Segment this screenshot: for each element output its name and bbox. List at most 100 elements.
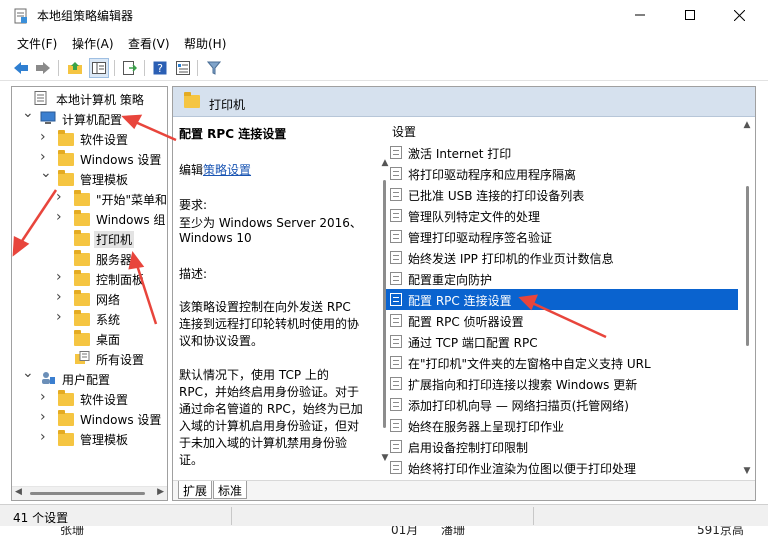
background-text: 张珊 — [60, 526, 85, 537]
status-divider — [231, 507, 232, 525]
properties-button[interactable] — [173, 58, 193, 78]
tree-item[interactable]: › Windows 组 — [12, 209, 167, 229]
policy-setting-row[interactable]: 管理打印驱动程序签名验证 — [386, 226, 738, 247]
policy-setting-label: 始终在服务器上呈现打印作业 — [408, 420, 565, 434]
export-list-button[interactable] — [120, 58, 140, 78]
tree-item[interactable]: › 网络 — [12, 289, 167, 309]
chevron-right-icon[interactable]: › — [56, 189, 68, 205]
folder-icon — [74, 210, 90, 226]
maximize-button[interactable] — [667, 0, 713, 30]
filter-button[interactable] — [204, 58, 224, 78]
chevron-right-icon[interactable]: › — [56, 269, 68, 285]
policy-setting-row[interactable]: 始终将打印作业渲染为位图以便于打印处理 — [386, 457, 738, 478]
chevron-right-icon[interactable]: › — [40, 429, 52, 445]
policy-setting-row[interactable]: 激活 Internet 打印 — [386, 142, 738, 163]
scroll-down-icon[interactable]: ▼ — [742, 466, 752, 476]
policy-setting-label: 始终发送 IPP 打印机的作业页计数信息 — [408, 252, 614, 266]
tree-item-label: 控制面板 — [96, 273, 145, 287]
tree-item[interactable]: › 软件设置 — [12, 389, 167, 409]
policy-setting-row[interactable]: 将打印驱动程序和应用程序隔离 — [386, 163, 738, 184]
chevron-right-icon[interactable]: › — [56, 209, 68, 225]
close-button[interactable] — [716, 0, 762, 30]
up-one-level-button[interactable] — [65, 58, 85, 78]
policy-setting-row[interactable]: 配置 RPC 侦听器设置 — [386, 310, 738, 331]
policy-setting-row[interactable]: 始终发送 IPP 打印机的作业页计数信息 — [386, 247, 738, 268]
back-arrow-icon — [14, 62, 28, 74]
help-button[interactable]: ? — [150, 58, 170, 78]
toolbar-separator — [58, 60, 59, 76]
status-bar: 41 个设置 — [0, 504, 768, 526]
tree-item[interactable]: › 控制面板 — [12, 269, 167, 289]
policy-setting-row[interactable]: 已批准 USB 连接的打印设备列表 — [386, 184, 738, 205]
edit-policy-link[interactable]: 策略设置 — [203, 163, 251, 177]
details-pane: 打印机 配置 RPC 连接设置 编辑策略设置 要求: 至少为 Windows S… — [172, 86, 756, 501]
column-header-setting[interactable]: 设置 — [392, 123, 416, 140]
tree-item[interactable]: › "开始"菜单和 — [12, 189, 167, 209]
tree-item[interactable]: 本地计算机 策略 — [12, 89, 167, 109]
tree-item[interactable]: ⌄ 管理模板 — [12, 165, 167, 189]
policy-setting-row[interactable]: 通过 TCP 端口配置 RPC — [386, 331, 738, 352]
status-divider — [533, 507, 534, 525]
menu-file[interactable]: 文件(F) — [17, 35, 57, 52]
tree-item[interactable]: › Windows 设置 — [12, 149, 167, 169]
export-list-icon — [123, 61, 137, 75]
chevron-right-icon[interactable]: › — [56, 309, 68, 325]
tree-horizontal-scrollbar[interactable]: ◀ ▶ — [12, 486, 167, 500]
folder-icon — [184, 92, 200, 108]
forward-button[interactable] — [33, 58, 53, 78]
tree-item[interactable]: › 管理模板 — [12, 429, 167, 449]
tree-item[interactable]: ⌄ 计算机配置 — [12, 105, 167, 129]
scroll-right-icon[interactable]: ▶ — [157, 487, 164, 497]
folder-icon — [74, 270, 90, 286]
settings-list[interactable]: ▲ ▼ 设置 ▲ ▼ 激活 Internet 打印 将打印驱动程序和应用程序隔离已… — [378, 118, 755, 480]
policy-setting-row[interactable]: 配置重定向防护 — [386, 268, 738, 289]
menu-help[interactable]: 帮助(H) — [184, 35, 226, 52]
folder-icon — [58, 390, 74, 406]
policy-setting-label: 配置 RPC 侦听器设置 — [408, 315, 524, 329]
scroll-up-icon[interactable]: ▲ — [742, 120, 752, 130]
list-vertical-scrollbar[interactable]: ▲ ▼ — [739, 118, 755, 480]
policy-setting-row[interactable]: 启用设备控制打印限制 — [386, 436, 738, 457]
navigation-tree[interactable]: › 管理模板 › Windows 设置 › 软件设置 ⌄ 用户配置 所有设置 桌面 › 系统 › 网络 › 控… — [11, 86, 168, 501]
tree-item[interactable]: 所有设置 — [12, 349, 167, 369]
policy-setting-row[interactable]: 管理队列特定文件的处理 — [386, 205, 738, 226]
policy-setting-row[interactable]: 在"打印机"文件夹的左窗格中自定义支持 URL — [386, 352, 738, 373]
tab-standard[interactable]: 标准 — [213, 481, 248, 499]
scroll-thumb[interactable] — [30, 492, 145, 495]
tree-item[interactable]: ⌄ 用户配置 — [12, 365, 167, 389]
tree-item[interactable]: 打印机 — [12, 229, 167, 249]
tree-item-label: 打印机 — [94, 231, 135, 248]
group-policy-app-icon — [13, 8, 29, 24]
back-button[interactable] — [11, 58, 31, 78]
tree-item-label: "开始"菜单和 — [96, 193, 168, 207]
chevron-right-icon[interactable]: › — [56, 289, 68, 305]
menu-view[interactable]: 查看(V) — [128, 35, 170, 52]
policy-setting-row[interactable]: 扩展指向和打印连接以搜索 Windows 更新 — [386, 373, 738, 394]
minimize-button[interactable] — [617, 0, 663, 30]
scroll-thumb[interactable] — [746, 186, 749, 346]
properties-icon — [176, 61, 190, 75]
policy-setting-row[interactable]: 始终在服务器上呈现打印作业 — [386, 415, 738, 436]
folder-icon — [74, 310, 90, 326]
chevron-right-icon[interactable]: › — [40, 389, 52, 405]
tree-item[interactable]: 桌面 — [12, 329, 167, 349]
tree-item[interactable]: › Windows 设置 — [12, 409, 167, 429]
show-hide-tree-icon — [92, 62, 106, 74]
chevron-right-icon[interactable]: › — [40, 409, 52, 425]
tree-item[interactable]: 服务器 — [12, 249, 167, 269]
chevron-right-icon[interactable]: › — [40, 149, 52, 165]
tree-item[interactable]: › 软件设置 — [12, 129, 167, 149]
show-hide-tree-button[interactable] — [89, 58, 109, 78]
details-header: 打印机 — [173, 87, 755, 117]
user-icon — [40, 371, 56, 385]
policy-setting-row[interactable]: 配置 RPC 连接设置 — [386, 289, 738, 310]
scroll-left-icon[interactable]: ◀ — [15, 487, 22, 497]
menu-action[interactable]: 操作(A) — [72, 35, 114, 52]
tree-item[interactable]: › 系统 — [12, 309, 167, 329]
policy-setting-icon — [390, 167, 402, 180]
policy-setting-icon — [390, 419, 402, 432]
requirements-line: 至少为 Windows Server 2016、 — [179, 216, 362, 230]
policy-setting-row[interactable]: 添加打印机向导 — 网络扫描页(托管网络) — [386, 394, 738, 415]
tab-extended[interactable]: 扩展 — [178, 481, 213, 499]
chevron-right-icon[interactable]: › — [40, 129, 52, 145]
